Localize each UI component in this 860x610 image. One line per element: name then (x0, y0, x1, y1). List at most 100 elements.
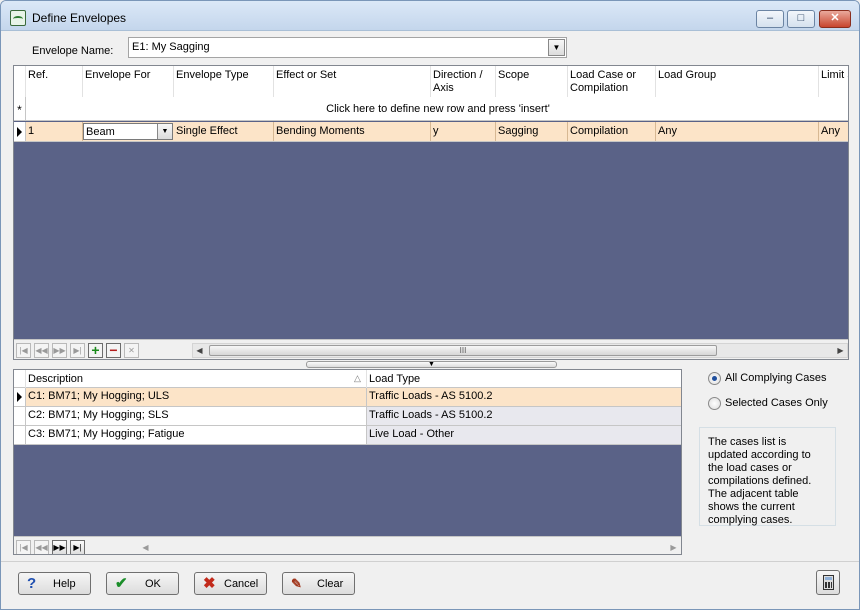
column-header-description[interactable]: Description (26, 370, 367, 388)
first-record-icon[interactable]: |◀ (16, 343, 31, 358)
table-row[interactable]: C1: BM71; My Hogging; ULS Traffic Loads … (14, 388, 681, 407)
cell-load-type[interactable]: Traffic Loads - AS 5100.2 (367, 388, 681, 406)
header-selector (14, 370, 26, 388)
cell-limit[interactable]: Any (819, 122, 848, 141)
column-header[interactable]: Ref. (26, 66, 83, 97)
first-record-icon[interactable]: |◀ (16, 540, 31, 554)
selected-only-label: Selected Cases Only (725, 397, 828, 409)
row-indicator-icon (17, 392, 22, 402)
cell-load-case[interactable]: Compilation (568, 122, 656, 141)
row-selector[interactable] (14, 407, 26, 425)
cell-effect-or-set[interactable]: Bending Moments (274, 122, 431, 141)
next-record-icon[interactable]: ▶▶ (52, 343, 67, 358)
scroll-right-icon[interactable]: ▶ (834, 344, 847, 357)
column-header[interactable]: Direction / Axis (431, 66, 496, 97)
close-button[interactable]: ✕ (819, 10, 851, 28)
cancel-edit-icon[interactable]: ✕ (124, 343, 139, 358)
cell-description[interactable]: C3: BM71; My Hogging; Fatigue (26, 426, 367, 444)
cell-description[interactable]: C2: BM71; My Hogging; SLS (26, 407, 367, 425)
envelope-for-dropdown[interactable]: Beam ▼ (83, 123, 173, 140)
previous-record-icon[interactable]: ◀◀ (34, 343, 49, 358)
scroll-thumb[interactable]: III (209, 345, 717, 356)
cell-scope[interactable]: Sagging (496, 122, 568, 141)
column-header[interactable]: Load Group (656, 66, 819, 97)
sort-ascending-icon: △ (354, 373, 361, 383)
row-indicator-icon (17, 127, 22, 137)
chevron-down-icon[interactable]: ▼ (157, 124, 172, 139)
scroll-right-icon[interactable]: ▶ (667, 541, 680, 554)
ok-button[interactable]: ✔ OK (106, 572, 179, 595)
new-row-prompt[interactable]: Click here to define new row and press '… (26, 103, 848, 115)
cancel-label: Cancel (224, 578, 259, 590)
button-bar: ? Help ✔ OK ✖ Cancel ✎ Clear (1, 561, 859, 609)
ok-label: OK (145, 578, 161, 590)
envelopes-grid-header: Ref. Envelope For Envelope Type Effect o… (14, 66, 848, 97)
column-header[interactable]: Scope (496, 66, 568, 97)
table-row[interactable]: C3: BM71; My Hogging; Fatigue Live Load … (14, 426, 681, 445)
envelope-for-value: Beam (86, 126, 115, 138)
panel-splitter[interactable]: ▼ (306, 361, 557, 368)
cases-navigator: |◀ ◀◀ ▶▶ ▶| ◀ ▶ (14, 536, 681, 554)
complying-cases-grid: Description △ Load Type C1: BM71; My Hog… (13, 369, 682, 555)
envelopes-grid: Ref. Envelope For Envelope Type Effect o… (13, 65, 849, 360)
horizontal-scrollbar[interactable]: ◀ ▶ (138, 540, 681, 554)
broom-icon: ✎ (291, 576, 302, 591)
cell-envelope-type[interactable]: Single Effect (174, 122, 274, 141)
previous-record-icon[interactable]: ◀◀ (34, 540, 49, 554)
maximize-button[interactable]: □ (787, 10, 815, 28)
help-label: Help (53, 578, 76, 590)
new-row[interactable]: * Click here to define new row and press… (14, 97, 848, 121)
minimize-button[interactable]: – (756, 10, 784, 28)
cell-ref[interactable]: 1 (26, 122, 83, 141)
title-bar: Define Envelopes – □ ✕ (1, 1, 859, 31)
cross-icon: ✖ (203, 575, 216, 592)
radio-unselected-icon[interactable] (708, 397, 721, 410)
cell-direction[interactable]: y (431, 122, 496, 141)
column-header[interactable]: Envelope For (83, 66, 174, 97)
cancel-button[interactable]: ✖ Cancel (194, 572, 267, 595)
cell-load-group[interactable]: Any (656, 122, 819, 141)
row-selector[interactable] (14, 426, 26, 444)
column-header[interactable]: Load Case or Compilation (568, 66, 656, 97)
help-button[interactable]: ? Help (18, 572, 91, 595)
next-record-icon[interactable]: ▶▶ (52, 540, 67, 554)
checkmark-icon: ✔ (115, 575, 128, 592)
calculator-icon (823, 575, 834, 590)
row-selector[interactable] (14, 122, 26, 141)
cell-load-type[interactable]: Live Load - Other (367, 426, 681, 444)
envelope-name-label: Envelope Name: (32, 45, 114, 57)
header-selector (14, 66, 26, 97)
last-record-icon[interactable]: ▶| (70, 540, 85, 554)
calculator-button[interactable] (816, 570, 840, 595)
envelope-name-value: E1: My Sagging (132, 41, 210, 53)
column-header[interactable]: Envelope Type (174, 66, 274, 97)
chevron-down-icon[interactable]: ▼ (548, 39, 565, 56)
new-row-marker: * (14, 97, 26, 121)
window-title: Define Envelopes (32, 11, 127, 25)
cell-description[interactable]: C1: BM71; My Hogging; ULS (26, 388, 367, 406)
radio-selected-icon[interactable] (708, 372, 721, 385)
cell-load-type[interactable]: Traffic Loads - AS 5100.2 (367, 407, 681, 425)
all-complying-label: All Complying Cases (725, 372, 827, 384)
column-header[interactable]: Effect or Set (274, 66, 431, 97)
table-row[interactable]: C2: BM71; My Hogging; SLS Traffic Loads … (14, 407, 681, 426)
envelopes-navigator: |◀ ◀◀ ▶▶ ▶| + − ✕ ◀ III ▶ (14, 339, 848, 359)
plus-icon[interactable]: + (88, 343, 103, 358)
clear-button[interactable]: ✎ Clear (282, 572, 355, 595)
clear-label: Clear (317, 578, 344, 590)
column-header-load-type[interactable]: Load Type (367, 370, 681, 388)
app-icon (10, 10, 26, 26)
scroll-left-icon[interactable]: ◀ (193, 344, 206, 357)
scroll-left-icon[interactable]: ◀ (139, 541, 152, 554)
row-selector[interactable] (14, 388, 26, 406)
horizontal-scrollbar[interactable]: ◀ III ▶ (192, 343, 848, 358)
define-envelopes-window: Define Envelopes – □ ✕ Envelope Name: E1… (0, 0, 860, 610)
info-text: The cases list is updated according to t… (699, 427, 836, 526)
question-icon: ? (27, 575, 37, 592)
envelope-name-combo[interactable]: E1: My Sagging ▼ (128, 37, 567, 58)
cases-grid-header: Description △ Load Type (14, 370, 681, 388)
minus-icon[interactable]: − (106, 343, 121, 358)
last-record-icon[interactable]: ▶| (70, 343, 85, 358)
table-row[interactable]: 1 Beam ▼ Single Effect Bending Moments y… (14, 122, 848, 142)
column-header[interactable]: Limit S (819, 66, 848, 97)
